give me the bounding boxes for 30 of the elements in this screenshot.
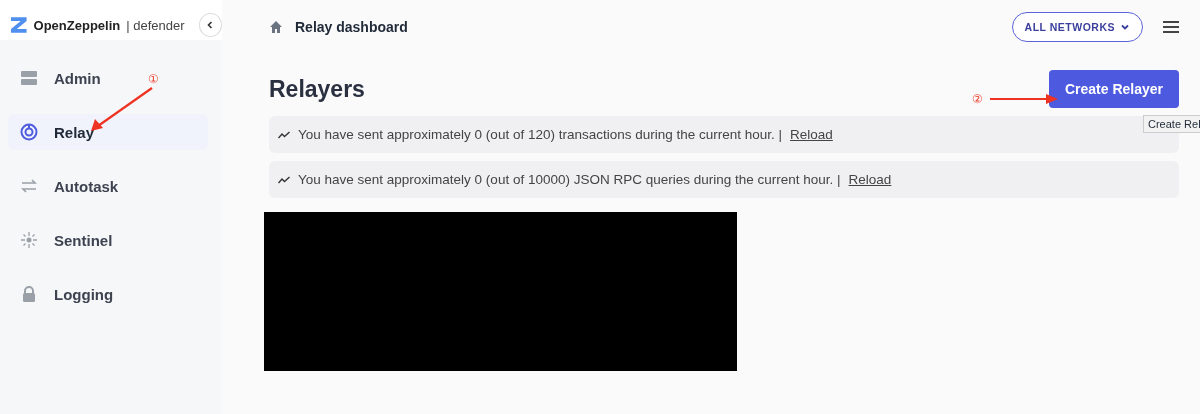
annotation-number: ① — [148, 72, 159, 86]
brand-name: OpenZeppelin — [33, 17, 121, 33]
menu-icon[interactable] — [1163, 21, 1179, 33]
target-icon — [20, 123, 38, 141]
network-dropdown[interactable]: ALL NETWORKS — [1011, 12, 1143, 42]
server-icon — [20, 69, 38, 87]
repeat-icon — [20, 177, 38, 195]
trend-icon — [278, 175, 290, 184]
sidebar-item[interactable]: Autotask — [8, 168, 131, 204]
lock-icon — [20, 285, 38, 303]
create-relayer-button[interactable]: Create Relayer — [1048, 70, 1179, 108]
reload-link[interactable]: Reload — [790, 127, 833, 142]
page-title: Relayers — [269, 75, 365, 103]
trend-icon — [278, 130, 290, 139]
chevron-down-icon — [1120, 22, 1130, 32]
sidebar-item[interactable]: Logging — [8, 276, 126, 312]
logo-icon — [10, 16, 28, 34]
sidebar-item[interactable]: Relay — [8, 114, 208, 150]
annotation-arrow — [990, 94, 1058, 104]
home-icon — [269, 20, 283, 34]
sidebar-item[interactable]: Admin — [8, 60, 113, 96]
reload-link[interactable]: Reload — [848, 172, 892, 187]
breadcrumb: Relay dashboard — [295, 19, 408, 35]
notice-text: You have sent approximately 0 (out of 120) transactions during the current hour. | — [298, 127, 783, 142]
notice-text: You have sent approximately 0 (out of 10000) JSON RPC queries during the current hour. | — [298, 172, 841, 187]
sparkle-icon — [20, 231, 38, 249]
product-name: | defender — [126, 17, 185, 33]
tooltip: Create Rel — [1143, 115, 1200, 133]
sidebar-item[interactable]: Sentinel — [8, 222, 125, 258]
annotation-number: ② — [972, 92, 983, 106]
